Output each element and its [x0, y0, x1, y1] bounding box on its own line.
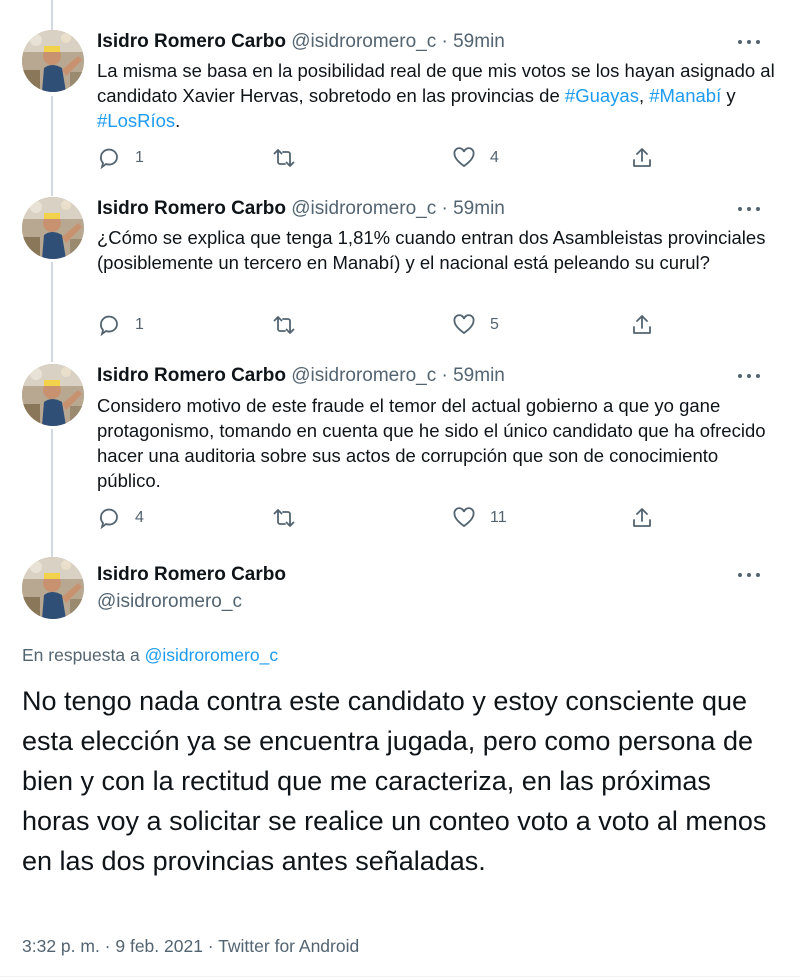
reply-prefix: En respuesta a: [22, 645, 145, 665]
reply-button[interactable]: 4: [97, 505, 144, 531]
heart-icon: [453, 507, 475, 528]
share-icon: [633, 508, 651, 527]
reply-context: En respuesta a @isidroromero_c: [22, 643, 278, 667]
more-icon[interactable]: [738, 366, 764, 386]
avatar[interactable]: [22, 364, 84, 426]
reply-icon: [100, 508, 118, 530]
author-handle[interactable]: @isidroromero_c: [97, 590, 242, 614]
retweet-button[interactable]: [272, 505, 310, 531]
main-tweet-text: No tengo nada contra este candidato y es…: [22, 686, 767, 876]
reply-count: 4: [135, 509, 144, 526]
share-button[interactable]: [630, 505, 654, 531]
author-name[interactable]: Isidro Romero Carbo: [97, 365, 286, 386]
tweet-meta[interactable]: 3:32 p. m. · 9 feb. 2021 · Twitter for A…: [22, 934, 359, 958]
like-count: 11: [490, 509, 507, 526]
like-button[interactable]: 11: [452, 505, 507, 531]
retweet-icon: [273, 509, 295, 527]
divider: [0, 976, 800, 977]
more-icon[interactable]: [738, 565, 764, 585]
tweet-time[interactable]: 59min: [453, 365, 505, 386]
reply-to-link[interactable]: @isidroromero_c: [145, 645, 279, 665]
thread-tweet[interactable]: Isidro Romero Carbo @isidroromero_c · 59…: [0, 0, 800, 540]
separator: ·: [441, 365, 448, 386]
author-handle[interactable]: @isidroromero_c: [291, 365, 436, 386]
author-name[interactable]: Isidro Romero Carbo: [97, 563, 286, 587]
tweet-actions: 4 11: [97, 505, 677, 531]
tweet-header: Isidro Romero Carbo @isidroromero_c · 59…: [97, 364, 505, 388]
avatar[interactable]: [22, 557, 84, 619]
tweet-text: Considero motivo de este fraude el temor…: [97, 395, 766, 491]
